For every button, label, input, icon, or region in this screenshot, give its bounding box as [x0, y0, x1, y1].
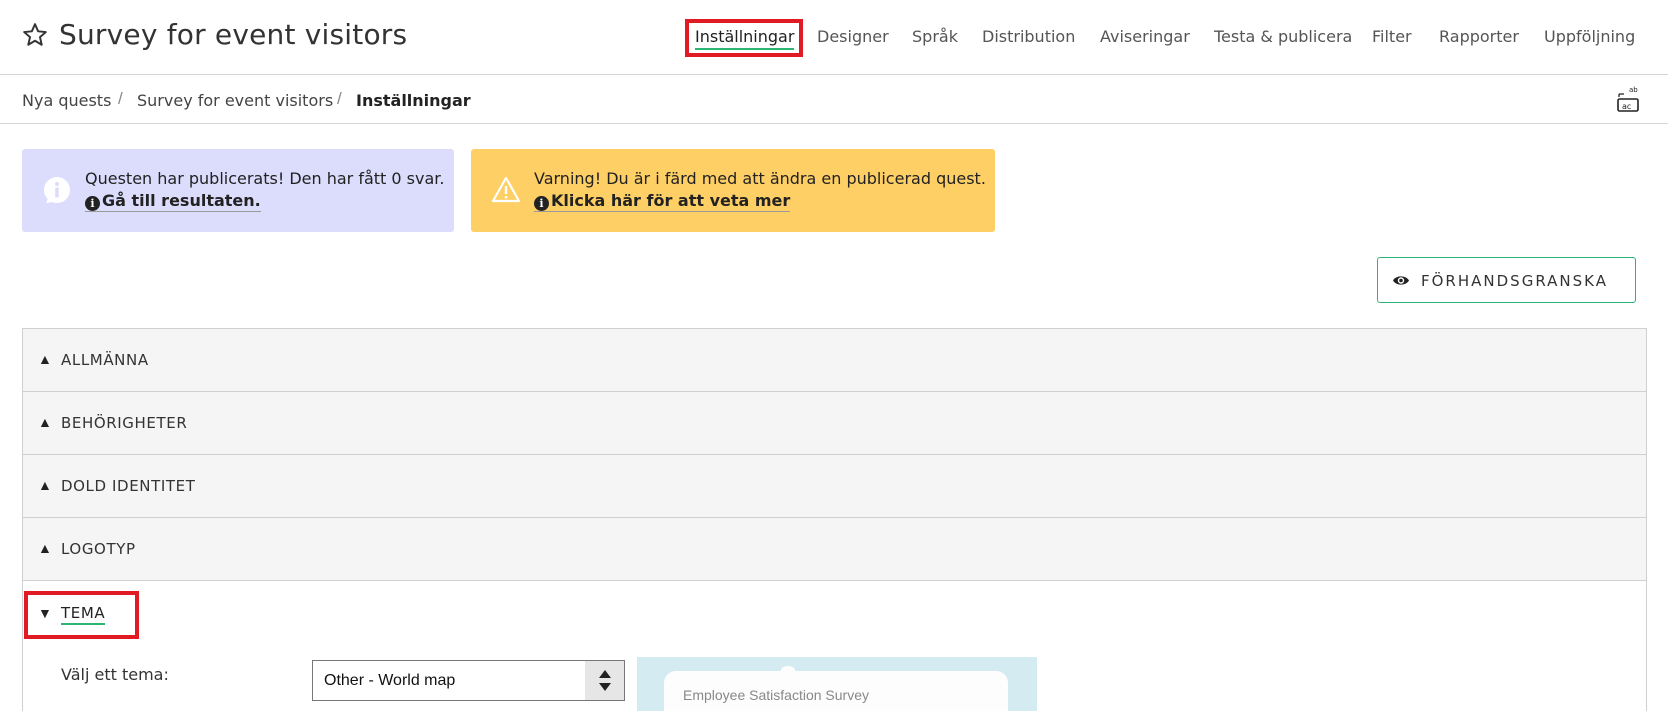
- breadcrumb-separator: /: [337, 89, 342, 108]
- tab-sprak[interactable]: Språk: [912, 27, 958, 46]
- tab-designer[interactable]: Designer: [817, 27, 889, 46]
- accordion-section-dold-identitet[interactable]: ▲ DOLD IDENTITET: [23, 455, 1646, 518]
- section-label: ALLMÄNNA: [61, 351, 149, 369]
- preview-button-label: FÖRHANDSGRANSKA: [1421, 272, 1608, 290]
- svg-text:ac: ac: [1622, 102, 1631, 111]
- breadcrumb-item-survey[interactable]: Survey for event visitors: [137, 91, 333, 110]
- info-small-icon: i: [85, 196, 100, 211]
- tab-filter[interactable]: Filter: [1372, 27, 1412, 46]
- warning-alert-text: Varning! Du är i färd med att ändra en p…: [534, 169, 986, 188]
- collapse-arrow-icon: ▲: [38, 414, 52, 430]
- select-spinner-icon[interactable]: [585, 661, 624, 700]
- tab-testa-publicera[interactable]: Testa & publicera: [1214, 27, 1352, 46]
- highlight-box-settings-tab: [685, 19, 803, 57]
- translate-icon[interactable]: ab ac: [1616, 85, 1640, 113]
- breadcrumb: Nya quests / Survey for event visitors /…: [0, 75, 1668, 124]
- info-small-icon: i: [534, 196, 549, 211]
- info-icon: [44, 177, 70, 203]
- theme-label: Välj ett tema:: [61, 665, 169, 684]
- eye-icon: [1393, 276, 1409, 285]
- breadcrumb-separator: /: [118, 89, 123, 108]
- tab-uppfoljning[interactable]: Uppföljning: [1544, 27, 1635, 46]
- tab-aviseringar[interactable]: Aviseringar: [1100, 27, 1190, 46]
- info-alert: Questen har publicerats! Den har fått 0 …: [22, 149, 454, 232]
- star-icon[interactable]: [22, 22, 48, 48]
- tab-distribution[interactable]: Distribution: [982, 27, 1075, 46]
- theme-preview: Employee Satisfaction Survey: [637, 657, 1037, 711]
- settings-accordion: ▲ ALLMÄNNA ▲ BEHÖRIGHETER ▲ DOLD IDENTIT…: [22, 328, 1647, 711]
- theme-preview-title: Employee Satisfaction Survey: [683, 687, 869, 703]
- top-bar: Survey for event visitors Inställningar …: [0, 0, 1668, 75]
- warning-alert: Varning! Du är i färd med att ändra en p…: [471, 149, 995, 232]
- section-label: LOGOTYP: [61, 540, 136, 558]
- svg-text:ab: ab: [1629, 86, 1638, 94]
- highlight-box-tema: [24, 591, 139, 639]
- breadcrumb-item-nya-quests[interactable]: Nya quests: [22, 91, 111, 110]
- warning-alert-link-label: Klicka här för att veta mer: [551, 191, 791, 210]
- collapse-arrow-icon: ▲: [38, 351, 52, 367]
- section-label: DOLD IDENTITET: [61, 477, 196, 495]
- breadcrumb-item-current: Inställningar: [356, 91, 471, 110]
- survey-title: Survey for event visitors: [59, 18, 408, 51]
- collapse-arrow-icon: ▲: [38, 477, 52, 493]
- preview-button[interactable]: FÖRHANDSGRANSKA: [1377, 257, 1636, 303]
- info-alert-link-label: Gå till resultaten.: [102, 191, 261, 210]
- info-alert-text: Questen har publicerats! Den har fått 0 …: [85, 169, 445, 188]
- info-alert-link[interactable]: i Gå till resultaten.: [85, 191, 261, 212]
- section-label: BEHÖRIGHETER: [61, 414, 188, 432]
- accordion-section-behorigheter[interactable]: ▲ BEHÖRIGHETER: [23, 392, 1646, 455]
- warning-alert-link[interactable]: i Klicka här för att veta mer: [534, 191, 791, 212]
- tab-rapporter[interactable]: Rapporter: [1439, 27, 1519, 46]
- accordion-section-logotyp[interactable]: ▲ LOGOTYP: [23, 518, 1646, 581]
- theme-preview-card: Employee Satisfaction Survey: [664, 671, 1008, 711]
- theme-select[interactable]: Other - World map: [312, 660, 625, 701]
- theme-select-value: Other - World map: [324, 672, 456, 689]
- accordion-section-allmanna[interactable]: ▲ ALLMÄNNA: [23, 329, 1646, 392]
- warning-triangle-icon: [491, 176, 521, 203]
- collapse-arrow-icon: ▲: [38, 540, 52, 556]
